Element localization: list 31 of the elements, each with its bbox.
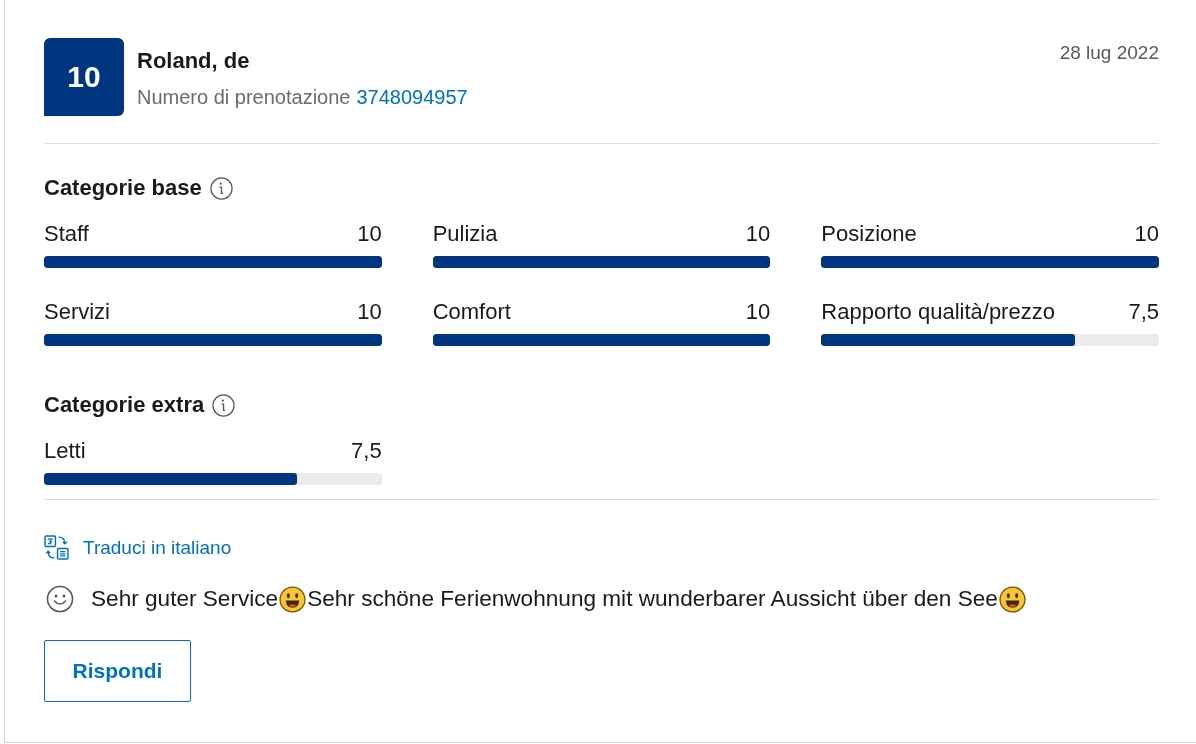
category-label: Letti (44, 438, 86, 464)
category-score: 10 (745, 299, 771, 325)
reply-button[interactable]: Rispondi (44, 640, 191, 702)
grinning-face-icon (279, 585, 307, 613)
category-label: Rapporto qualità/prezzo (821, 299, 1055, 325)
info-icon[interactable] (209, 176, 233, 200)
category-score: 10 (357, 221, 382, 247)
category-group-title: Categorie base (44, 175, 202, 201)
review-date: 28 lug 2022 (1059, 41, 1159, 65)
category-score: 10 (745, 221, 771, 247)
review-text: Sehr guter Service (91, 585, 279, 613)
category-score: 7,5 (1128, 299, 1159, 325)
smiley-face-icon (46, 585, 74, 613)
grinning-face-icon (998, 585, 1026, 613)
category-label: Servizi (44, 299, 110, 325)
category-score: 10 (357, 299, 382, 325)
category-label: Pulizia (432, 221, 498, 247)
translate-link[interactable]: Traduci in italiano (83, 535, 232, 560)
booking-number-link[interactable]: 3748094957 (356, 85, 468, 109)
booking-number-label: Numero di prenotazione (137, 85, 351, 109)
category-label: Comfort (432, 299, 511, 325)
review-text: Sehr schöne Ferienwohnung mit wunderbarer Aussicht über den See (307, 585, 998, 613)
category-label: Staff (44, 221, 89, 247)
reviewer-name: Roland, de (137, 48, 250, 74)
category-score: 10 (1134, 221, 1159, 247)
score-badge: 10 (44, 38, 124, 116)
category-group-title: Categorie extra (44, 392, 205, 418)
translate-icon[interactable] (44, 535, 69, 560)
info-icon[interactable] (212, 393, 236, 417)
category-label: Posizione (821, 221, 917, 247)
category-score: 7,5 (351, 438, 382, 464)
